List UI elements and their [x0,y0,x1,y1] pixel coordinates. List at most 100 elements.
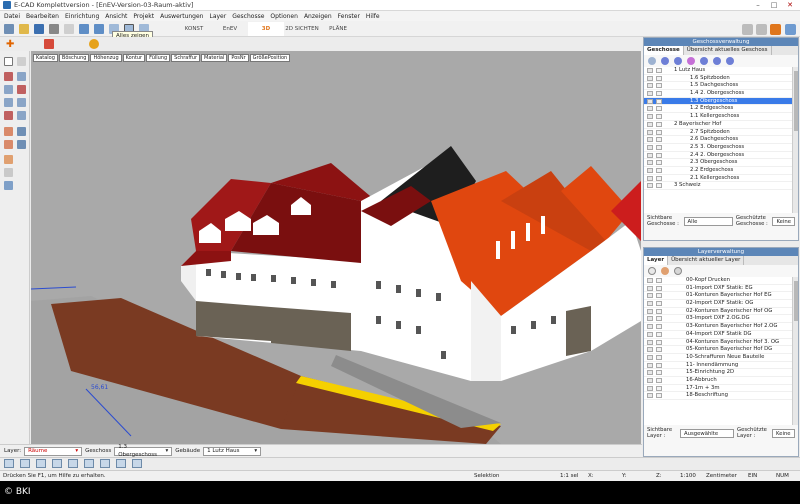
geschoss-row[interactable]: 1.4 2. Obergeschoss [644,90,798,98]
insert-geschoss-icon[interactable] [674,57,682,65]
save-icon[interactable] [34,23,44,34]
tool-icon-2[interactable] [756,24,767,35]
lock-icon[interactable] [656,339,662,345]
material-icon[interactable] [89,39,100,49]
visibility-icon[interactable] [647,75,653,81]
stairs-icon[interactable] [17,111,26,120]
lock-icon[interactable] [656,152,662,158]
view-icon-6[interactable] [84,459,94,468]
visibility-icon[interactable] [647,137,653,143]
lock-icon[interactable] [656,370,662,376]
lock-icon[interactable] [656,137,662,143]
visibility-icon[interactable] [647,91,653,97]
close-button[interactable]: ✕ [782,0,798,10]
visibility-icon[interactable] [647,316,653,322]
view-icon-7[interactable] [100,459,110,468]
header-schraffur[interactable]: Schraffur [171,54,201,62]
dimension-icon[interactable] [17,85,26,94]
header-groesse-position[interactable]: GrößePosition [249,54,291,62]
tab-geschosse[interactable]: Geschosse [644,46,684,55]
select-arrow-icon[interactable] [4,57,13,66]
layer-row[interactable]: 10-Schraffuren Neue Bauteile [644,354,798,362]
visibility-icon[interactable] [647,301,653,307]
gebaeude-select[interactable]: 1 Lutz Haus ▾ [203,446,262,456]
geschoss-row[interactable]: 1.1 Kellergeschoss [644,113,798,121]
header-kontur[interactable]: Kontur [122,54,146,62]
visible-layer-select[interactable]: Ausgewählte [680,428,734,438]
visibility-icon[interactable] [647,324,653,330]
terrain-icon[interactable] [4,155,13,164]
layer-row[interactable]: 02-Import DXF Statik: OG [644,300,798,308]
slab-icon[interactable] [17,127,26,136]
header-hoehenzug[interactable]: Höhenzug [90,54,122,62]
layer-row[interactable]: 03-Import DXF 2.OG.DG [644,315,798,324]
tool-icon-1[interactable] [742,24,753,35]
tab-uebersicht-geschoss[interactable]: Übersicht aktuelles Geschoss [684,46,772,55]
visibility-icon[interactable] [647,354,653,360]
wall-icon[interactable] [4,98,13,107]
layer-row[interactable]: 01-Konturen Bayerischer Hof EG [644,292,798,301]
new-file-icon[interactable] [4,23,14,34]
lock-icon[interactable] [656,83,662,89]
tab-konst[interactable]: KONST [176,22,212,36]
lock-icon[interactable] [656,347,662,353]
lock-icon[interactable] [656,175,662,181]
visibility-icon[interactable] [647,160,653,166]
protected-geschosse-select[interactable]: Keine [772,216,795,226]
header-katalog[interactable]: Katalog [33,54,58,62]
lock-icon[interactable] [656,75,662,81]
cut-icon[interactable] [64,23,74,34]
visibility-icon[interactable] [647,121,653,127]
room-icon[interactable] [17,140,26,149]
redo-icon[interactable] [94,23,104,34]
view-icon-2[interactable] [20,459,30,468]
visibility-icon[interactable] [647,114,653,120]
tab-layer[interactable]: Layer [644,256,669,265]
visibility-icon[interactable] [647,144,653,150]
pan-icon[interactable] [17,57,26,66]
lock-icon[interactable] [656,293,662,299]
lock-icon[interactable] [656,160,662,166]
visibility-icon[interactable] [647,308,653,314]
menu-ansicht[interactable]: Ansicht [105,13,127,20]
geschoss-group-row[interactable]: 2 Bayerischer Hof [644,121,798,129]
header-fuellung[interactable]: Füllung [146,54,171,62]
view-icon-5[interactable] [68,459,78,468]
menu-auswertungen[interactable]: Auswertungen [160,13,203,20]
lock-icon[interactable] [656,331,662,337]
geschoss-row[interactable]: 2.6 Dachgeschoss [644,136,798,144]
edit-layer-icon[interactable] [661,267,669,275]
geschoss-row[interactable]: 2.1 Kellergeschoss [644,175,798,183]
header-material[interactable]: Material [201,54,228,62]
geschoss-scrollbar[interactable] [792,67,798,213]
scrollbar-thumb[interactable] [794,71,798,131]
add-icon[interactable]: ✚ [6,39,14,50]
lock-icon[interactable] [656,308,662,314]
protected-layer-select[interactable]: Keine [772,428,795,438]
layer-scrollbar[interactable] [792,277,798,425]
lock-icon[interactable] [656,278,662,283]
menu-bearbeiten[interactable]: Bearbeiten [26,13,59,20]
lock-icon[interactable] [656,121,662,127]
symbol-icon[interactable] [4,181,13,190]
tab-enev[interactable]: EnEV [212,22,248,36]
geschoss-group-row[interactable]: 1 Lutz Haus [644,67,798,75]
layer-row[interactable]: 16-Abbruch [644,377,798,385]
visibility-icon[interactable] [647,285,653,291]
print-icon[interactable] [49,23,59,34]
view-icon-3[interactable] [36,459,46,468]
visibility-icon[interactable] [647,129,653,135]
roof-icon[interactable] [4,127,13,136]
layer-row[interactable]: 03-Konturen Bayerischer Hof 2.OG [644,323,798,331]
visibility-icon[interactable] [647,385,653,391]
layer-row[interactable]: 17-1m + 3m [644,385,798,393]
menu-anzeigen[interactable]: Anzeigen [304,13,332,20]
header-posnr[interactable]: PosNr [228,54,249,62]
header-boeschung[interactable]: Böschung [58,54,90,62]
visibility-icon[interactable] [647,293,653,299]
geschoss-row[interactable]: 2.4 2. Obergeschoss [644,152,798,160]
layer-settings-icon[interactable] [674,267,682,275]
copy-geschoss-icon[interactable] [661,57,669,65]
tab-3d[interactable]: 3D [248,21,284,36]
visibility-icon[interactable] [647,68,653,73]
